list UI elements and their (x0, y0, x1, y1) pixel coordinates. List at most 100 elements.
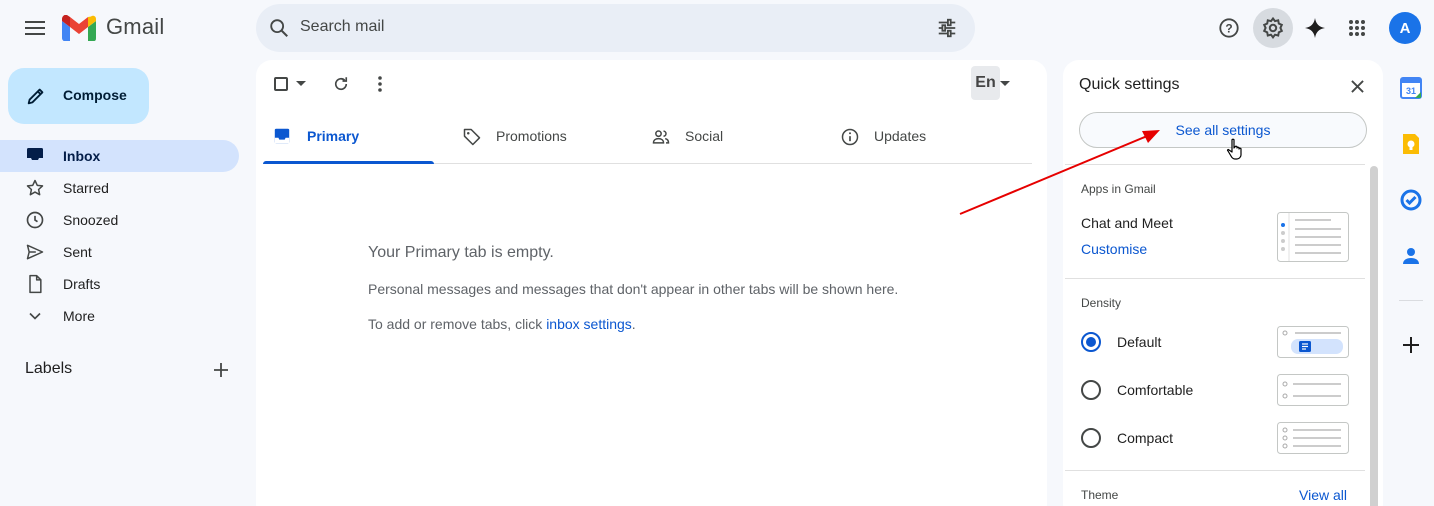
sidebar-item-inbox[interactable]: Inbox (0, 140, 239, 172)
compose-button[interactable]: Compose (8, 68, 149, 124)
apps-icon (1349, 20, 1365, 36)
search-bar[interactable]: Search mail (256, 4, 975, 52)
tab-label: Social (685, 128, 724, 144)
avatar[interactable]: A (1389, 12, 1421, 44)
empty-state-hint: To add or remove tabs, click inbox setti… (368, 316, 636, 332)
density-compact-label[interactable]: Compact (1117, 430, 1173, 446)
customise-link[interactable]: Customise (1081, 241, 1147, 257)
sidebar-item-label: More (63, 308, 95, 324)
density-comfortable-label[interactable]: Comfortable (1117, 382, 1193, 398)
tab-social[interactable]: Social (641, 112, 821, 164)
density-comfortable-radio[interactable] (1081, 380, 1101, 400)
chat-meet-label: Chat and Meet (1081, 215, 1173, 231)
people-icon (652, 130, 670, 144)
star-icon (26, 179, 44, 196)
density-default-thumbnail[interactable] (1277, 326, 1349, 358)
theme-heading: Theme (1081, 488, 1119, 502)
density-default-label[interactable]: Default (1117, 334, 1161, 350)
select-all-checkbox[interactable] (274, 77, 288, 91)
divider (1065, 278, 1365, 279)
empty-state-description: Personal messages and messages that don'… (368, 281, 899, 297)
sidebar-item-label: Sent (63, 244, 92, 260)
sidebar-item-more[interactable]: More (0, 300, 239, 332)
help-button[interactable]: ? (1213, 12, 1245, 44)
apps-heading: Apps in Gmail (1081, 182, 1156, 196)
calendar-day: 31 (1406, 86, 1416, 96)
add-label-button[interactable] (208, 357, 234, 383)
empty-state-title: Your Primary tab is empty. (368, 244, 554, 261)
labels-heading: Labels (25, 360, 73, 377)
gmail-logo-icon (62, 15, 96, 41)
send-icon (26, 244, 44, 260)
divider (1065, 164, 1365, 165)
more-vert-icon[interactable] (377, 76, 383, 92)
sidebar-item-drafts[interactable]: Drafts (0, 268, 239, 300)
input-tools-button[interactable]: En (971, 66, 1000, 100)
tab-primary[interactable]: Primary (263, 112, 434, 164)
contacts-icon[interactable] (1399, 244, 1423, 268)
density-default-radio[interactable] (1081, 332, 1101, 352)
close-quick-settings-button[interactable] (1345, 74, 1369, 98)
tasks-icon[interactable] (1399, 188, 1423, 212)
close-icon (1350, 79, 1364, 93)
add-icon[interactable] (1399, 333, 1423, 357)
sidebar-item-label: Snoozed (63, 212, 119, 228)
refresh-icon[interactable] (332, 75, 350, 93)
tab-updates[interactable]: Updates (830, 112, 1010, 164)
sidebar-item-sent[interactable]: Sent (0, 236, 239, 268)
keep-icon[interactable] (1399, 132, 1423, 156)
density-comfortable-thumbnail[interactable] (1277, 374, 1349, 406)
search-options-icon[interactable] (936, 17, 958, 39)
search-icon[interactable] (268, 17, 290, 39)
draft-icon (29, 274, 42, 294)
app-name: Gmail (106, 14, 165, 39)
sidebar-item-label: Starred (63, 180, 109, 196)
chevron-down-icon (29, 312, 41, 320)
quick-settings-title: Quick settings (1079, 76, 1180, 93)
divider (1065, 470, 1365, 471)
apps-button[interactable] (1341, 12, 1373, 44)
density-compact-thumbnail[interactable] (1277, 422, 1349, 454)
input-tools-dropdown-icon[interactable] (1000, 81, 1010, 87)
compose-label: Compose (63, 87, 127, 103)
quick-settings-scrollbar[interactable] (1370, 166, 1378, 506)
main-menu-button[interactable] (19, 12, 51, 44)
info-icon (841, 128, 859, 146)
density-heading: Density (1081, 296, 1122, 310)
hint-suffix: . (631, 316, 636, 332)
plus-icon (214, 363, 228, 377)
mail-list-panel: En Primary Promotions Social Updates You… (256, 60, 1047, 506)
active-tab-indicator (263, 161, 434, 164)
menu-icon (25, 21, 45, 35)
sidebar-item-label: Inbox (63, 148, 101, 164)
tab-label: Updates (874, 128, 927, 144)
search-input[interactable]: Search mail (300, 18, 384, 36)
clock-icon (26, 211, 44, 229)
tag-icon (463, 128, 481, 146)
gemini-button[interactable] (1299, 12, 1331, 44)
settings-icon (1262, 16, 1284, 39)
sidebar-item-starred[interactable]: Starred (0, 172, 239, 204)
density-compact-radio[interactable] (1081, 428, 1101, 448)
inbox-icon (27, 148, 43, 164)
inbox-tab-icon (274, 128, 290, 144)
tab-promotions[interactable]: Promotions (452, 112, 632, 164)
calendar-icon[interactable]: 31 (1399, 76, 1423, 100)
sidebar-item-snoozed[interactable]: Snoozed (0, 204, 239, 236)
gemini-icon (1305, 18, 1325, 38)
quick-settings-panel: Quick settings See all settings Apps in … (1063, 60, 1383, 506)
hand-cursor-icon (1226, 138, 1242, 160)
pencil-icon (27, 88, 44, 105)
settings-button[interactable] (1253, 8, 1293, 48)
inbox-settings-link[interactable]: inbox settings (546, 316, 632, 332)
tab-label: Promotions (496, 128, 567, 144)
sidebar-item-label: Drafts (63, 276, 101, 292)
help-icon: ? (1219, 18, 1239, 38)
see-all-settings-button[interactable]: See all settings (1079, 112, 1367, 148)
rail-divider (1399, 300, 1423, 301)
select-dropdown-icon[interactable] (296, 81, 306, 87)
chat-meet-preview-thumbnail[interactable] (1277, 212, 1349, 262)
view-all-themes-link[interactable]: View all (1299, 487, 1347, 503)
tab-label: Primary (307, 128, 360, 144)
hint-prefix: To add or remove tabs, click (368, 316, 547, 332)
